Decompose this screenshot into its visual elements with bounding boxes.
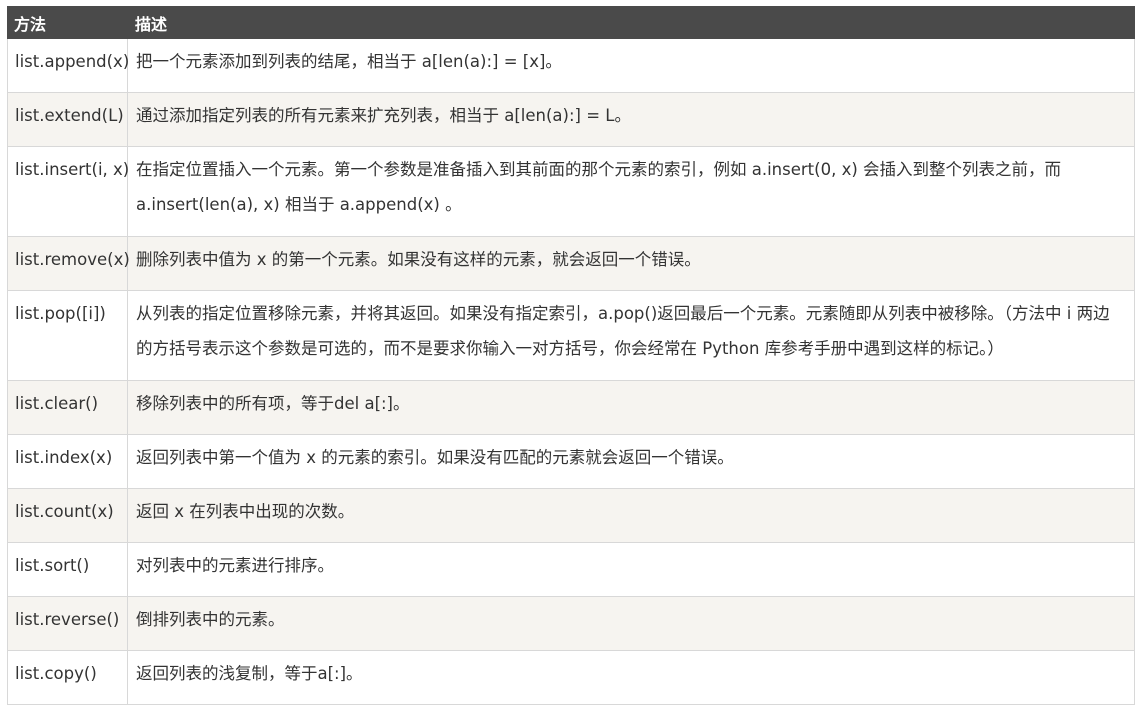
table-row: list.reverse() 倒排列表中的元素。 (7, 596, 1135, 651)
method-description: 从列表的指定位置移除元素，并将其返回。如果没有指定索引，a.pop()返回最后一… (136, 304, 1110, 358)
method-cell: list.extend(L) (7, 92, 128, 147)
list-methods-table-container: 方法 描述 list.append(x) 把一个元素添加到列表的结尾，相当于 a… (7, 6, 1135, 705)
description-cell: 在指定位置插入一个元素。第一个参数是准备插入到其前面的那个元素的索引，例如 a.… (127, 146, 1135, 237)
table-header: 方法 描述 (7, 6, 1135, 39)
method-cell: list.remove(x) (7, 236, 130, 291)
description-column-header: 描述 (127, 6, 1135, 39)
table-row: list.append(x) 把一个元素添加到列表的结尾，相当于 a[len(a… (7, 38, 1135, 93)
table-row: list.pop([i]) 从列表的指定位置移除元素，并将其返回。如果没有指定索… (7, 290, 1135, 381)
table-row: list.index(x) 返回列表中第一个值为 x 的元素的索引。如果没有匹配… (7, 434, 1135, 489)
method-name: list.extend(L) (15, 106, 124, 125)
table-row: list.remove(x) 删除列表中值为 x 的第一个元素。如果没有这样的元… (7, 236, 1135, 291)
header-row: 方法 描述 (7, 6, 1135, 39)
method-description: 通过添加指定列表的所有元素来扩充列表，相当于 a[len(a):] = L。 (136, 106, 631, 125)
method-description: 把一个元素添加到列表的结尾，相当于 a[len(a):] = [x]。 (136, 52, 562, 71)
description-cell: 从列表的指定位置移除元素，并将其返回。如果没有指定索引，a.pop()返回最后一… (127, 290, 1135, 381)
description-cell: 把一个元素添加到列表的结尾，相当于 a[len(a):] = [x]。 (127, 38, 1135, 93)
table-body: list.append(x) 把一个元素添加到列表的结尾，相当于 a[len(a… (7, 38, 1135, 705)
method-cell: list.pop([i]) (7, 290, 128, 381)
method-description: 对列表中的元素进行排序。 (136, 556, 334, 575)
description-cell: 通过添加指定列表的所有元素来扩充列表，相当于 a[len(a):] = L。 (127, 92, 1135, 147)
description-cell: 返回 x 在列表中出现的次数。 (127, 488, 1135, 543)
description-cell: 返回列表中第一个值为 x 的元素的索引。如果没有匹配的元素就会返回一个错误。 (127, 434, 1135, 489)
method-description: 移除列表中的所有项，等于del a[:]。 (136, 394, 410, 413)
description-cell: 删除列表中值为 x 的第一个元素。如果没有这样的元素，就会返回一个错误。 (127, 236, 1135, 291)
table-row: list.extend(L) 通过添加指定列表的所有元素来扩充列表，相当于 a[… (7, 92, 1135, 147)
method-cell: list.index(x) (7, 434, 128, 489)
method-cell: list.insert(i, x) (7, 146, 130, 237)
description-cell: 返回列表的浅复制，等于a[:]。 (127, 650, 1135, 705)
method-name: list.remove(x) (15, 250, 130, 269)
method-name: list.copy() (15, 664, 97, 683)
method-cell: list.count(x) (7, 488, 128, 543)
method-description: 返回 x 在列表中出现的次数。 (136, 502, 355, 521)
method-name: list.append(x) (15, 52, 130, 71)
method-cell: list.sort() (7, 542, 128, 597)
method-cell: list.clear() (7, 380, 128, 435)
method-description: 倒排列表中的元素。 (136, 610, 285, 629)
method-description: 返回列表中第一个值为 x 的元素的索引。如果没有匹配的元素就会返回一个错误。 (136, 448, 734, 467)
method-column-header: 方法 (7, 6, 128, 39)
method-cell: list.reverse() (7, 596, 128, 651)
method-description: 在指定位置插入一个元素。第一个参数是准备插入到其前面的那个元素的索引，例如 a.… (136, 160, 1062, 214)
method-cell: list.copy() (7, 650, 128, 705)
method-cell: list.append(x) (7, 38, 130, 93)
table-row: list.insert(i, x) 在指定位置插入一个元素。第一个参数是准备插入… (7, 146, 1135, 237)
table-row: list.sort() 对列表中的元素进行排序。 (7, 542, 1135, 597)
method-name: list.index(x) (15, 448, 113, 467)
method-name: list.reverse() (15, 610, 120, 629)
table-row: list.copy() 返回列表的浅复制，等于a[:]。 (7, 650, 1135, 705)
table-row: list.clear() 移除列表中的所有项，等于del a[:]。 (7, 380, 1135, 435)
method-name: list.sort() (15, 556, 90, 575)
method-name: list.count(x) (15, 502, 114, 521)
description-cell: 移除列表中的所有项，等于del a[:]。 (127, 380, 1135, 435)
description-cell: 对列表中的元素进行排序。 (127, 542, 1135, 597)
method-name: list.pop([i]) (15, 304, 106, 323)
list-methods-table: 方法 描述 list.append(x) 把一个元素添加到列表的结尾，相当于 a… (7, 6, 1135, 705)
description-cell: 倒排列表中的元素。 (127, 596, 1135, 651)
method-name: list.insert(i, x) (15, 160, 130, 179)
method-description: 返回列表的浅复制，等于a[:]。 (136, 664, 363, 683)
table-row: list.count(x) 返回 x 在列表中出现的次数。 (7, 488, 1135, 543)
method-name: list.clear() (15, 394, 99, 413)
method-description: 删除列表中值为 x 的第一个元素。如果没有这样的元素，就会返回一个错误。 (136, 250, 701, 269)
